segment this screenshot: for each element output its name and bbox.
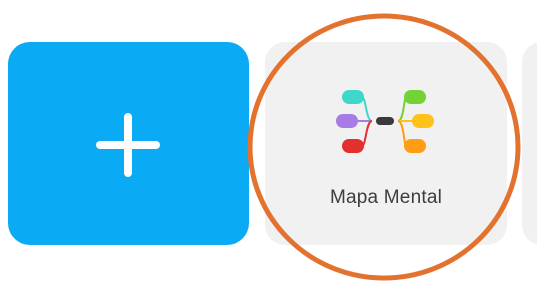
template-label: Mapa Mental: [329, 187, 443, 208]
plus-icon: [96, 113, 160, 177]
mind-map-icon: [336, 90, 434, 153]
templates-row: Mapa Mental: [0, 0, 537, 281]
next-template-card[interactable]: [522, 42, 537, 245]
